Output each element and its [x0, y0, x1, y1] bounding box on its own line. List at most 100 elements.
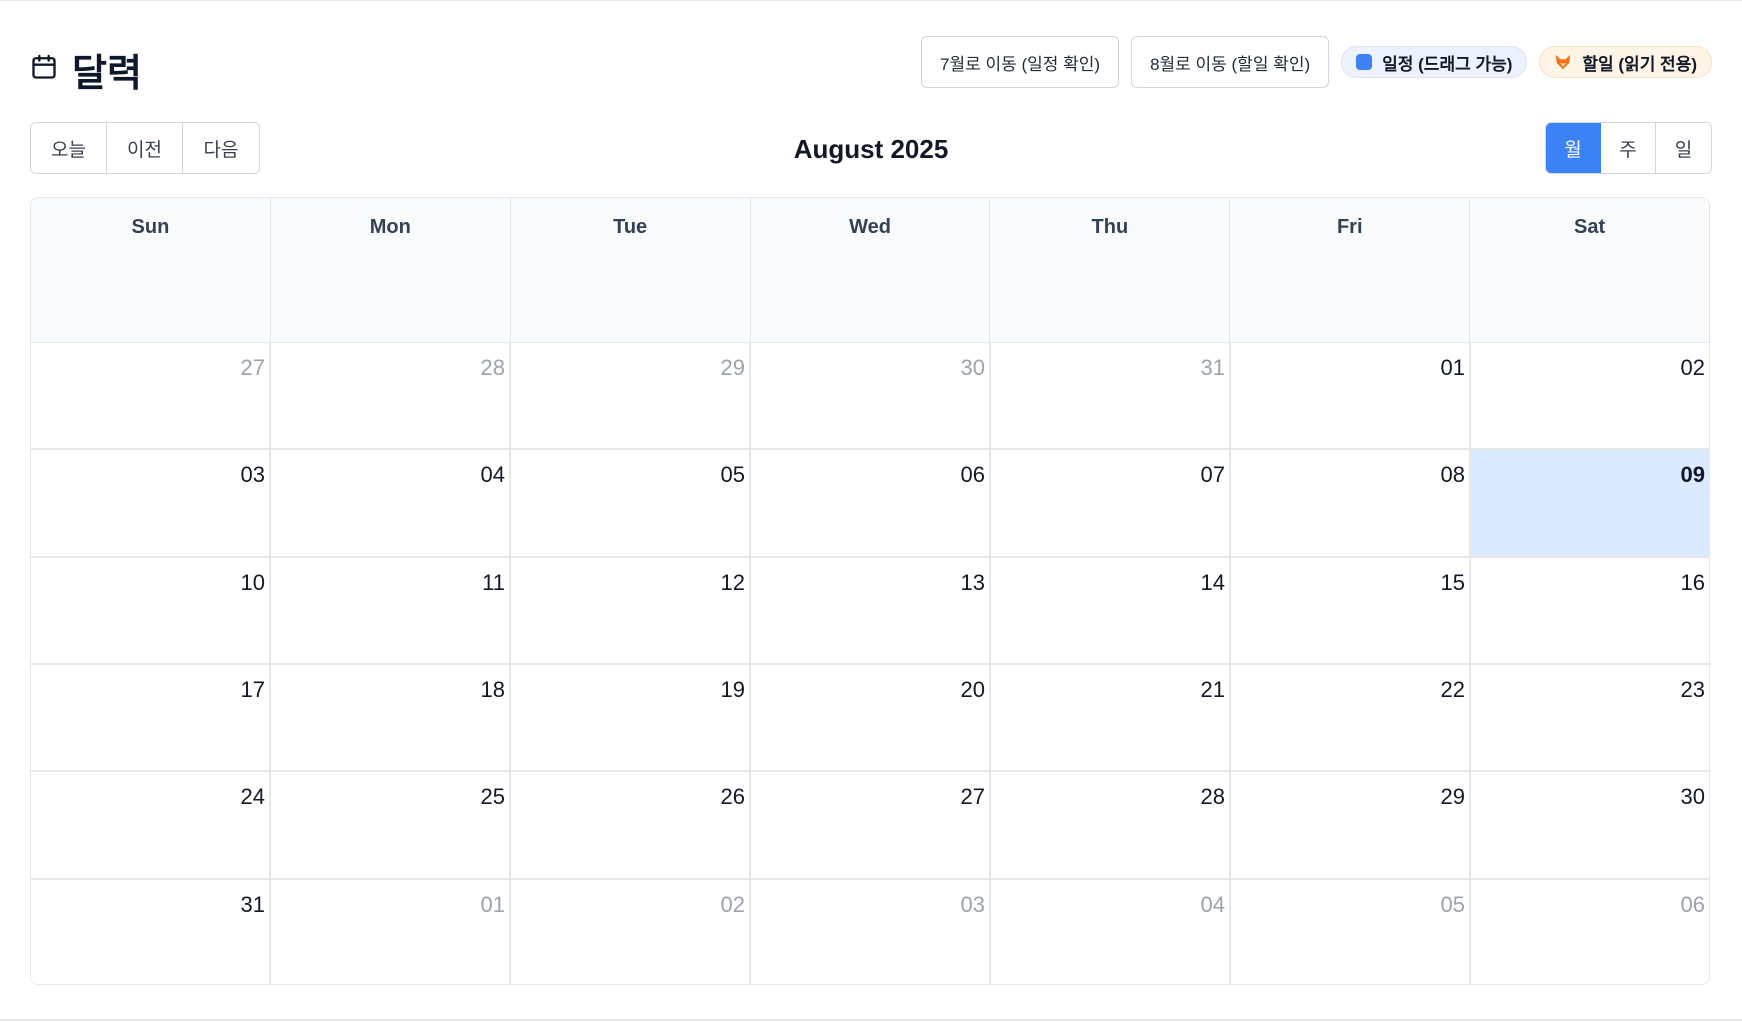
day-cell-today[interactable]: 09	[1471, 450, 1709, 556]
day-view-button[interactable]: 일	[1656, 123, 1711, 173]
day-cell[interactable]: 26	[511, 772, 751, 878]
week-view-button[interactable]: 주	[1601, 123, 1656, 173]
day-cell[interactable]: 06	[751, 450, 991, 556]
day-cell[interactable]: 06	[1471, 879, 1709, 984]
day-cell[interactable]: 24	[31, 772, 271, 878]
day-number[interactable]: 16	[1681, 570, 1705, 596]
day-cell[interactable]: 03	[31, 450, 271, 556]
todos-legend-label: 할일 (읽기 전용)	[1582, 54, 1697, 74]
day-number[interactable]: 02	[721, 892, 745, 918]
day-cell[interactable]: 22	[1231, 664, 1471, 771]
month-view-button[interactable]: 월	[1546, 123, 1601, 173]
day-number[interactable]: 21	[1201, 677, 1225, 703]
day-number[interactable]: 24	[241, 784, 265, 810]
todos-legend-chip: 할일 (읽기 전용)	[1539, 46, 1712, 78]
day-cell[interactable]: 16	[1471, 557, 1709, 663]
day-cell[interactable]: 12	[511, 557, 751, 663]
month-calendar: Sun Mon Tue Wed Thu Fri Sat 27 28 29 30 31 01…	[30, 197, 1710, 985]
go-to-july-button[interactable]: 7월로 이동 (일정 확인)	[920, 36, 1120, 88]
header-actions: 7월로 이동 (일정 확인) 8월로 이동 (할일 확인) 일정 (드래그 가능…	[920, 36, 1712, 88]
day-number[interactable]: 01	[481, 892, 505, 918]
top-divider	[0, 0, 1742, 1]
day-number[interactable]: 07	[1201, 462, 1225, 488]
day-number[interactable]: 01	[1441, 355, 1465, 381]
day-number[interactable]: 29	[1441, 784, 1465, 810]
day-number[interactable]: 30	[961, 355, 985, 381]
day-number[interactable]: 03	[961, 892, 985, 918]
day-cell[interactable]: 31	[991, 343, 1231, 449]
day-cell[interactable]: 04	[271, 450, 511, 556]
day-number[interactable]: 03	[241, 462, 265, 488]
day-number[interactable]: 28	[1201, 784, 1225, 810]
day-number[interactable]: 27	[241, 355, 265, 381]
day-cell[interactable]: 27	[751, 772, 991, 878]
events-legend-label: 일정 (드래그 가능)	[1382, 54, 1513, 74]
weekday-header: Wed	[751, 198, 991, 342]
day-cell[interactable]: 14	[991, 557, 1231, 663]
day-number[interactable]: 04	[481, 462, 505, 488]
day-cell[interactable]: 03	[751, 879, 991, 984]
day-cell[interactable]: 25	[271, 772, 511, 878]
day-number[interactable]: 23	[1681, 677, 1705, 703]
day-number[interactable]: 04	[1201, 892, 1225, 918]
day-number[interactable]: 15	[1441, 570, 1465, 596]
day-cell[interactable]: 04	[991, 879, 1231, 984]
day-cell[interactable]: 05	[511, 450, 751, 556]
day-number[interactable]: 22	[1441, 677, 1465, 703]
day-number[interactable]: 25	[481, 784, 505, 810]
day-number[interactable]: 05	[1441, 892, 1465, 918]
day-cell[interactable]: 28	[271, 343, 511, 449]
day-cell[interactable]: 11	[271, 557, 511, 663]
day-cell[interactable]: 31	[31, 879, 271, 984]
calendar-icon	[30, 53, 58, 86]
day-cell[interactable]: 10	[31, 557, 271, 663]
day-number[interactable]: 14	[1201, 570, 1225, 596]
day-number[interactable]: 18	[481, 677, 505, 703]
week-row: 27 28 29 30 31 01 02	[31, 343, 1709, 451]
day-cell[interactable]: 30	[751, 343, 991, 449]
day-number[interactable]: 09	[1681, 462, 1705, 488]
bottom-divider	[0, 1019, 1742, 1021]
day-number[interactable]: 29	[721, 355, 745, 381]
day-cell[interactable]: 07	[991, 450, 1231, 556]
day-number[interactable]: 11	[482, 570, 505, 596]
day-number[interactable]: 13	[961, 570, 985, 596]
day-number[interactable]: 08	[1441, 462, 1465, 488]
day-cell[interactable]: 01	[1231, 343, 1471, 449]
day-cell[interactable]: 08	[1231, 450, 1471, 556]
day-number[interactable]: 06	[1681, 892, 1705, 918]
day-cell[interactable]: 19	[511, 664, 751, 771]
day-cell[interactable]: 27	[31, 343, 271, 449]
day-cell[interactable]: 02	[1471, 343, 1709, 449]
day-cell[interactable]: 13	[751, 557, 991, 663]
day-cell[interactable]: 15	[1231, 557, 1471, 663]
day-number[interactable]: 31	[241, 892, 265, 918]
day-number[interactable]: 20	[961, 677, 985, 703]
day-number[interactable]: 17	[241, 677, 265, 703]
day-cell[interactable]: 05	[1231, 879, 1471, 984]
day-cell[interactable]: 18	[271, 664, 511, 771]
day-number[interactable]: 19	[721, 677, 745, 703]
day-number[interactable]: 12	[721, 570, 745, 596]
day-number[interactable]: 30	[1681, 784, 1705, 810]
day-number[interactable]: 06	[961, 462, 985, 488]
day-cell[interactable]: 29	[1231, 772, 1471, 878]
day-cell[interactable]: 21	[991, 664, 1231, 771]
day-cell[interactable]: 23	[1471, 664, 1709, 771]
day-number[interactable]: 27	[961, 784, 985, 810]
day-number[interactable]: 05	[721, 462, 745, 488]
day-number[interactable]: 31	[1201, 355, 1225, 381]
day-number[interactable]: 26	[721, 784, 745, 810]
go-to-august-button[interactable]: 8월로 이동 (할일 확인)	[1131, 36, 1330, 88]
day-cell[interactable]: 01	[271, 879, 511, 984]
day-cell[interactable]: 29	[511, 343, 751, 449]
day-number[interactable]: 10	[241, 570, 265, 596]
day-number[interactable]: 02	[1681, 355, 1705, 381]
day-number[interactable]: 28	[481, 355, 505, 381]
weekday-header: Sun	[31, 198, 271, 342]
day-cell[interactable]: 28	[991, 772, 1231, 878]
day-cell[interactable]: 30	[1471, 772, 1709, 878]
day-cell[interactable]: 02	[511, 879, 751, 984]
day-cell[interactable]: 17	[31, 664, 271, 771]
day-cell[interactable]: 20	[751, 664, 991, 771]
